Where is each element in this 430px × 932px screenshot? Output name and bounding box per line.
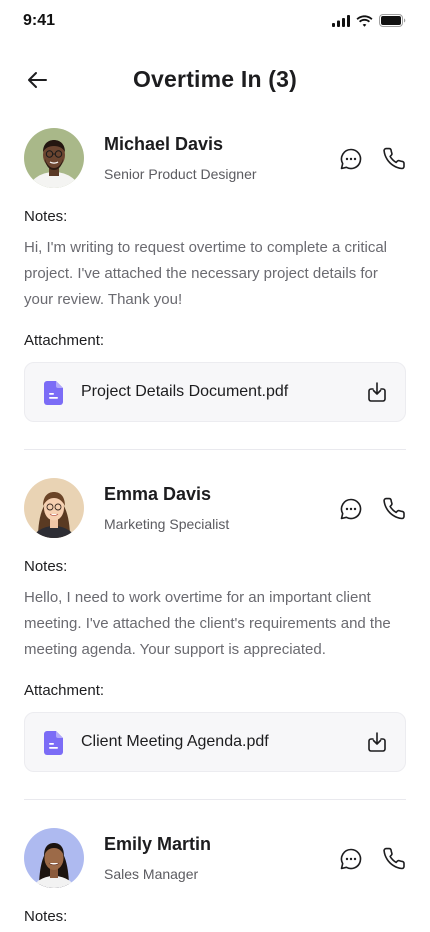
employee-name: Emily Martin	[104, 834, 212, 854]
phone-icon	[383, 847, 405, 870]
wifi-icon	[356, 14, 373, 27]
page-title: Overtime In (3)	[132, 66, 298, 92]
overtime-request: Emily Martin Sales Manager Notes:	[24, 828, 406, 925]
employee-name: Emma Davis	[104, 484, 212, 504]
attachment-label: Attachment:	[24, 332, 105, 349]
avatar	[24, 128, 84, 188]
overtime-request: Michael Davis Senior Product Designer No…	[24, 128, 406, 422]
chat-bubble-icon	[340, 148, 362, 170]
message-button[interactable]	[338, 846, 364, 872]
divider	[24, 449, 406, 450]
employee-name: Michael Davis	[104, 134, 224, 154]
notes-label: Notes:	[24, 208, 68, 225]
call-button[interactable]	[382, 146, 408, 172]
attachment-label: Attachment:	[24, 682, 105, 699]
attachment-filename: Client Meeting Agenda.pdf	[81, 733, 269, 750]
employee-role: Sales Manager	[104, 866, 199, 882]
document-icon	[44, 381, 63, 405]
notes-label: Notes:	[24, 558, 68, 575]
attachment-item[interactable]: Client Meeting Agenda.pdf	[24, 712, 406, 772]
overtime-request: Emma Davis Marketing Specialist Notes: H…	[24, 478, 406, 772]
call-button[interactable]	[382, 496, 408, 522]
employee-role: Marketing Specialist	[104, 516, 230, 532]
employee-role: Senior Product Designer	[104, 166, 257, 182]
chat-bubble-icon	[340, 848, 362, 870]
notes-text: Hi, I'm writing to request overtime to c…	[24, 239, 387, 308]
status-bar: 9:41	[0, 0, 430, 44]
document-icon	[44, 731, 63, 755]
attachment-filename: Project Details Document.pdf	[81, 383, 289, 400]
download-icon[interactable]	[365, 380, 389, 404]
header: Overtime In (3)	[0, 56, 430, 104]
request-header: Michael Davis Senior Product Designer	[24, 128, 406, 188]
battery-icon	[379, 14, 406, 27]
request-header: Emily Martin Sales Manager	[24, 828, 406, 888]
phone-icon	[383, 497, 405, 520]
request-header: Emma Davis Marketing Specialist	[24, 478, 406, 538]
call-button[interactable]	[382, 846, 408, 872]
download-icon[interactable]	[365, 730, 389, 754]
attachment-item[interactable]: Project Details Document.pdf	[24, 362, 406, 422]
avatar	[24, 828, 84, 888]
avatar	[24, 478, 84, 538]
signal-icon	[332, 14, 350, 27]
status-icons	[332, 14, 406, 27]
divider	[24, 799, 406, 800]
notes-label: Notes:	[24, 908, 68, 925]
message-button[interactable]	[338, 146, 364, 172]
notes-text: Hello, I need to work overtime for an im…	[24, 589, 391, 658]
message-button[interactable]	[338, 496, 364, 522]
phone-icon	[383, 147, 405, 170]
chat-bubble-icon	[340, 498, 362, 520]
status-time: 9:41	[23, 12, 56, 29]
